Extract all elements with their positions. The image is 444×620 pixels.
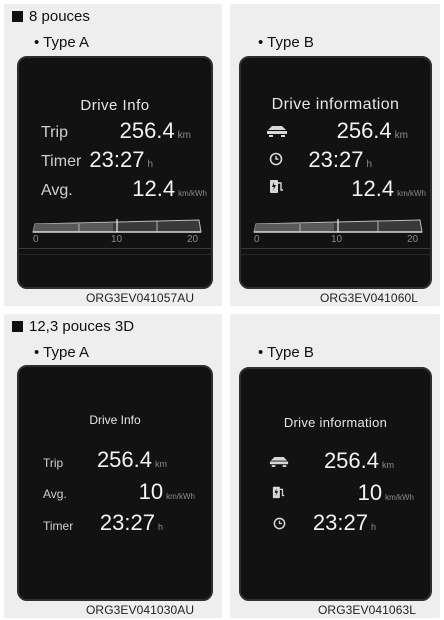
divider-line: [241, 248, 430, 249]
timer-label: Timer: [41, 153, 82, 170]
scale-max: 20: [187, 234, 199, 245]
scale-min: 0: [254, 234, 260, 245]
divider-line: [19, 248, 211, 249]
trip-value: 256.4 km: [96, 447, 167, 472]
display-8in-type-b: Drive information 256.4 km 23:27 h 12.4 km/…: [239, 56, 432, 289]
section-heading-text: 8 pouces: [29, 8, 90, 25]
display-8in-type-a: Drive Info Trip 256.4 km Timer 23:27 h Avg…: [17, 56, 213, 289]
avg-value: 10 km/kWh: [357, 480, 414, 505]
timer-label: Timer: [43, 519, 74, 533]
type-a-label: • Type A: [34, 344, 90, 361]
figure-caption: ORG3EV041057AU: [86, 291, 195, 305]
section-heading-12in: 12,3 pouces 3D: [12, 318, 134, 335]
figure-caption: ORG3EV041060L: [320, 291, 419, 305]
section-heading-text: 12,3 pouces 3D: [29, 318, 135, 335]
avg-label: Avg.: [43, 487, 67, 501]
avg-value: 10 km/kWh: [138, 479, 195, 504]
square-bullet-icon: [12, 321, 23, 332]
divider-line: [19, 254, 211, 255]
figure-caption: ORG3EV041030AU: [86, 603, 195, 617]
avg-label: Avg.: [41, 182, 73, 199]
avg-value: 12.4 km/kWh: [351, 176, 426, 201]
avg-value: 12.4 km/kWh: [132, 176, 207, 201]
scale-mid: 10: [331, 234, 343, 245]
display-title: Drive Info: [80, 97, 150, 114]
clock-icon: [269, 152, 283, 166]
trip-label: Trip: [41, 124, 68, 141]
trip-value: 256.4 km: [119, 118, 191, 143]
type-a-label: • Type A: [34, 34, 90, 51]
timer-value: 23:27 h: [99, 510, 163, 535]
clock-icon: [273, 517, 286, 530]
trip-value: 256.4 km: [323, 448, 394, 473]
charging-station-icon: [272, 486, 285, 499]
display-12in-type-b: Drive information 256.4 km 10 km/kWh 23:27…: [239, 367, 432, 601]
car-trip-icon: [269, 456, 289, 467]
scale-mid: 10: [111, 234, 123, 245]
type-b-label: • Type B: [258, 344, 314, 361]
car-trip-icon: [267, 126, 287, 137]
display-12in-type-a: Drive Info Trip 256.4 km Avg. 10 km/kWh Ti…: [17, 365, 213, 601]
scale-min: 0: [33, 234, 39, 245]
charging-station-icon: [270, 180, 283, 193]
trip-value: 256.4 km: [336, 118, 408, 143]
square-bullet-icon: [12, 11, 23, 22]
display-title: Drive Info: [89, 413, 141, 427]
display-title: Drive information: [283, 415, 388, 430]
timer-value: 23:27 h: [312, 510, 376, 535]
scale-max: 20: [407, 234, 419, 245]
section-heading-8in: 8 pouces: [12, 8, 90, 25]
timer-value: 23:27 h: [89, 147, 153, 172]
type-b-label: • Type B: [258, 34, 314, 51]
figure-caption: ORG3EV041063L: [318, 603, 417, 617]
divider-line: [241, 254, 430, 255]
display-title: Drive information: [271, 96, 400, 113]
timer-value: 23:27 h: [308, 147, 372, 172]
trip-label: Trip: [43, 456, 64, 470]
